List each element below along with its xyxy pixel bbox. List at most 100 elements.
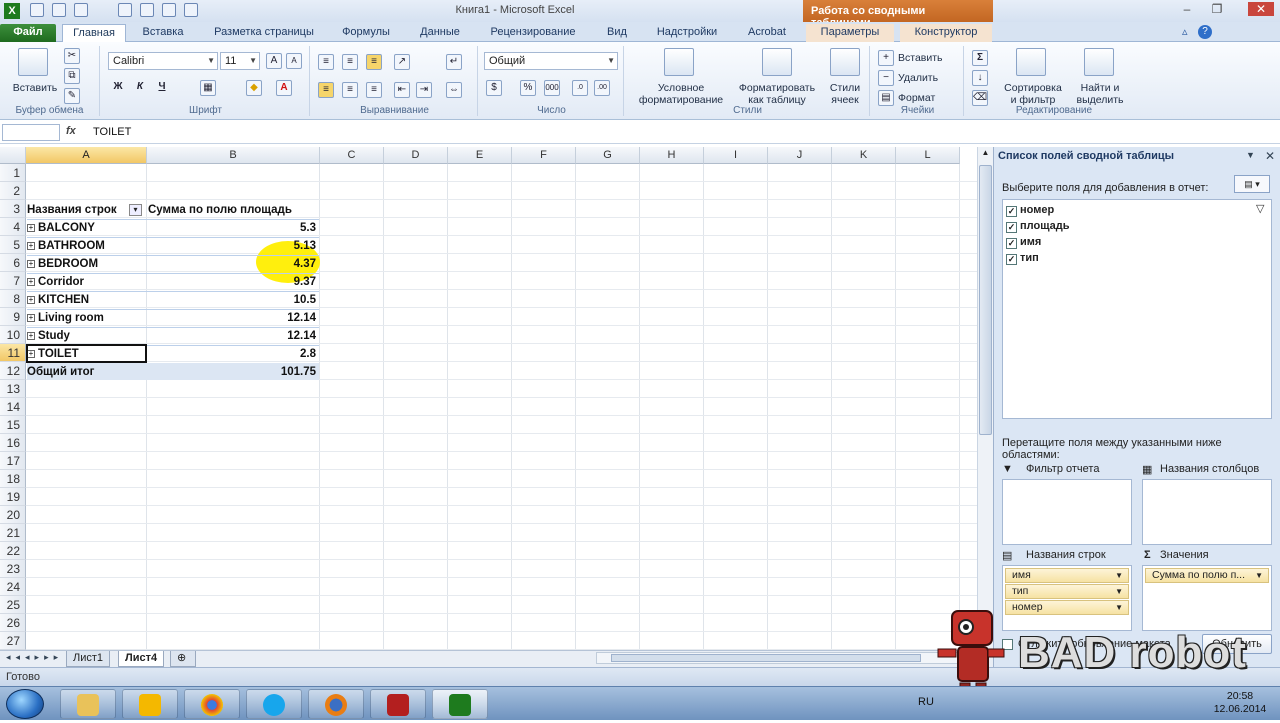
row-field-pill[interactable]: тип ▼ (1005, 584, 1129, 599)
row-header[interactable]: 22 (0, 542, 26, 560)
pivot-header-values[interactable]: Сумма по полю площадь (148, 201, 319, 219)
row-header[interactable]: 21 (0, 524, 26, 542)
pane-close-icon[interactable]: ✕ (1265, 149, 1275, 163)
align-bottom-icon[interactable]: ≡ (366, 54, 382, 70)
format-painter-icon[interactable]: ✎ (64, 88, 80, 104)
new-file-icon[interactable] (118, 3, 132, 17)
orientation-icon[interactable]: ↗ (394, 54, 410, 70)
row-header[interactable]: 20 (0, 506, 26, 524)
value-field-pill[interactable]: Сумма по полю п... ▼ (1145, 568, 1269, 583)
row-header[interactable]: 5 (0, 236, 26, 254)
conditional-formatting-button[interactable]: Условное форматирование (628, 82, 734, 106)
row-header[interactable]: 2 (0, 182, 26, 200)
pivot-row-label[interactable]: + BALCONY (27, 219, 95, 237)
conditional-formatting-icon[interactable] (664, 48, 694, 76)
column-header-k[interactable]: K (832, 147, 896, 164)
quick-print-icon[interactable] (162, 3, 176, 17)
tab-view[interactable]: Вид (594, 24, 640, 42)
expand-icon[interactable]: + (27, 224, 35, 232)
grand-total-value[interactable]: 101.75 (147, 363, 318, 381)
column-header-f[interactable]: F (512, 147, 576, 164)
clock[interactable]: 20:58 12.06.2014 (1200, 690, 1280, 716)
row-field-pill[interactable]: номер ▼ (1005, 600, 1129, 615)
font-color-icon[interactable]: A (276, 80, 292, 96)
percent-icon[interactable]: % (520, 80, 536, 96)
format-as-table-icon[interactable] (762, 48, 792, 76)
field-item[interactable]: ✓ тип (1006, 250, 1039, 266)
tab-data[interactable]: Данные (404, 24, 476, 42)
fill-icon[interactable]: ↓ (972, 70, 988, 86)
grand-total-label[interactable]: Общий итог (27, 363, 94, 381)
tab-review[interactable]: Рецензирование (480, 24, 586, 42)
horizontal-scrollbar[interactable] (596, 652, 976, 664)
pivot-row-value[interactable]: 5.3 (147, 219, 318, 237)
checkbox-checked-icon[interactable]: ✓ (1006, 238, 1017, 249)
checkbox-checked-icon[interactable]: ✓ (1006, 206, 1017, 217)
tab-home[interactable]: Главная (62, 24, 126, 42)
row-header[interactable]: 11 (0, 344, 26, 362)
tab-file[interactable]: Файл (0, 24, 56, 42)
row-header[interactable]: 4 (0, 218, 26, 236)
expand-icon[interactable]: + (27, 278, 35, 286)
checkbox-checked-icon[interactable]: ✓ (1006, 254, 1017, 265)
excel-app-icon[interactable]: X (4, 3, 20, 19)
delete-cells-icon[interactable]: − (878, 70, 894, 86)
sheet-nav-arrows-icon[interactable]: ◂◂◂▸▸▸ (6, 652, 63, 663)
column-header-g[interactable]: G (576, 147, 640, 164)
currency-icon[interactable]: $ (486, 80, 502, 96)
sort-filter-button[interactable]: Сортировка и фильтр (1000, 82, 1066, 106)
sort-filter-icon[interactable] (1016, 48, 1046, 76)
save-icon[interactable] (30, 3, 44, 17)
pivot-row-value[interactable]: 4.37 (147, 255, 318, 273)
row-header[interactable]: 6 (0, 254, 26, 272)
tab-design[interactable]: Конструктор (900, 24, 992, 42)
layout-options-icon[interactable]: ▤ ▾ (1234, 175, 1270, 193)
shrink-font-icon[interactable]: A (286, 53, 302, 69)
row-header[interactable]: 8 (0, 290, 26, 308)
column-header-a[interactable]: A (26, 147, 147, 164)
insert-function-icon[interactable]: fx (66, 125, 76, 137)
close-button[interactable]: ✕ (1248, 2, 1274, 16)
minimize-button[interactable]: – (1180, 2, 1194, 16)
row-header[interactable]: 7 (0, 272, 26, 290)
start-button-icon[interactable] (6, 689, 44, 719)
select-all-corner[interactable] (0, 147, 26, 164)
cell-styles-button[interactable]: Стили ячеек (822, 82, 868, 106)
expand-icon[interactable]: + (27, 332, 35, 340)
tab-acrobat[interactable]: Acrobat (734, 24, 800, 42)
tab-formulas[interactable]: Формулы (334, 24, 398, 42)
find-select-button[interactable]: Найти и выделить (1068, 82, 1132, 106)
tab-page-layout[interactable]: Разметка страницы (200, 24, 328, 42)
restore-button[interactable]: ❐ (1210, 2, 1224, 16)
row-header[interactable]: 17 (0, 452, 26, 470)
row-header[interactable]: 3 (0, 200, 26, 218)
column-header-e[interactable]: E (448, 147, 512, 164)
column-header-c[interactable]: C (320, 147, 384, 164)
explorer-taskbar-button[interactable] (60, 689, 116, 719)
expand-icon[interactable]: + (27, 314, 35, 322)
pivot-row-label[interactable]: + Study (27, 327, 70, 345)
paste-button[interactable]: Вставить (4, 82, 66, 94)
pane-menu-icon[interactable]: ▼ (1246, 150, 1255, 160)
field-item[interactable]: ✓ номер (1006, 202, 1054, 218)
row-header[interactable]: 18 (0, 470, 26, 488)
font-size-select[interactable]: 11 ▼ (220, 52, 260, 70)
expand-icon[interactable]: + (27, 242, 35, 250)
bold-button[interactable]: Ж (110, 80, 126, 96)
undo-icon[interactable] (52, 3, 66, 17)
pivot-row-label[interactable]: + KITCHEN (27, 291, 89, 309)
row-header[interactable]: 16 (0, 434, 26, 452)
number-format-select[interactable]: Общий ▼ (484, 52, 618, 70)
vertical-scrollbar[interactable]: ▲ ▼ (977, 147, 993, 650)
pivot-row-label[interactable]: + Living room (27, 309, 104, 327)
cut-icon[interactable]: ✂ (64, 48, 80, 64)
column-header-l[interactable]: L (896, 147, 960, 164)
align-middle-icon[interactable]: ≡ (342, 54, 358, 70)
fill-color-icon[interactable]: ◆ (246, 80, 262, 96)
checkbox-checked-icon[interactable]: ✓ (1006, 222, 1017, 233)
grow-font-icon[interactable]: A (266, 53, 282, 69)
column-header-j[interactable]: J (768, 147, 832, 164)
help-icon[interactable]: ? (1198, 25, 1212, 39)
pivot-row-value[interactable]: 9.37 (147, 273, 318, 291)
ribbon-minimize-icon[interactable]: ▵ (1182, 25, 1196, 39)
